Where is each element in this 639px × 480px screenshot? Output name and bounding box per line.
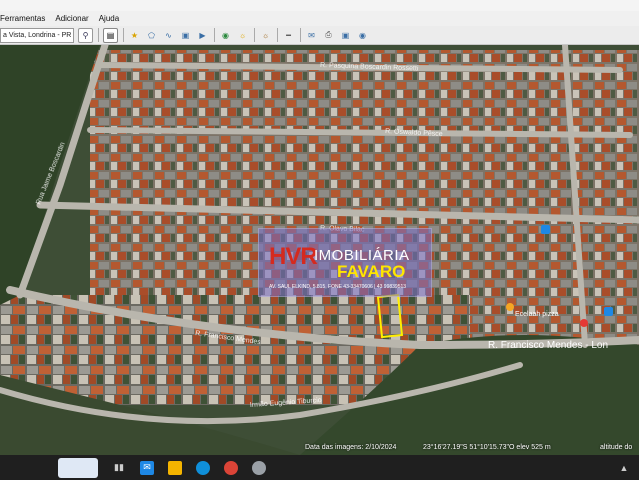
toolbar-separator: [214, 28, 215, 42]
street-label-main: R. Francisco Mendes - Lon: [488, 340, 608, 351]
ruler-icon[interactable]: ━: [282, 29, 295, 42]
real-estate-watermark: HVR IMOBILIÁRIA FAVARO AV. SAUL ELKIND, …: [258, 228, 432, 297]
edge-browser-icon[interactable]: [196, 460, 210, 475]
folder-icon[interactable]: [168, 460, 182, 475]
maps-icon[interactable]: ◉: [356, 29, 369, 42]
polygon-icon[interactable]: ⬠: [145, 29, 158, 42]
restaurant-icon[interactable]: [506, 303, 514, 311]
print-icon[interactable]: ⎙: [322, 29, 335, 42]
weather-widget-icon[interactable]: [58, 457, 98, 478]
toolbar-separator: [300, 28, 301, 42]
taskbar: ▮▮ ✉ ▲: [0, 455, 639, 480]
menu-item-ferramentas[interactable]: Ferramentas: [0, 14, 45, 23]
menu-bar: Ferramentas Adicionar Ajuda: [0, 11, 639, 26]
location-input[interactable]: a Vista, Londrina - PR: [0, 27, 74, 43]
imagery-date: Data das imagens: 2/10/2024: [305, 444, 397, 451]
watermark-logo: HVR: [269, 243, 318, 270]
tray-arrow-icon[interactable]: ▲: [617, 461, 631, 475]
path-icon[interactable]: ∿: [162, 29, 175, 42]
toolbar-separator: [123, 28, 124, 42]
task-view-icon[interactable]: ▮▮: [112, 461, 126, 475]
bus-stop-icon[interactable]: [541, 225, 550, 234]
sun-icon[interactable]: ☼: [236, 29, 249, 42]
coordinates-readout: 23°16'27.19"S 51°10'15.73"O elev 525 m: [423, 444, 551, 451]
toolbar-separator: [254, 28, 255, 42]
watermark-brand-line2: FAVARO: [337, 262, 406, 281]
altitude-readout: altitude do: [600, 444, 633, 451]
save-image-icon[interactable]: ▣: [339, 29, 352, 42]
planet-icon[interactable]: ☼: [259, 29, 272, 42]
watermark-contact: AV. SAUL ELKIND, 5.815, FONE 43-33470606…: [269, 284, 407, 290]
map-pin-icon[interactable]: [580, 319, 588, 327]
placemark-icon[interactable]: ★: [128, 29, 141, 42]
toolbar-separator: [277, 28, 278, 42]
bus-stop-icon[interactable]: [604, 307, 613, 316]
tour-icon[interactable]: ▶: [196, 29, 209, 42]
globe-icon[interactable]: ◉: [219, 29, 232, 42]
mail-icon[interactable]: ✉: [140, 460, 154, 475]
toolbar: a Vista, Londrina - PR ⚲ ▤ ★ ⬠ ∿ ▣ ▶ ◉ ☼…: [0, 26, 639, 45]
poi-label: Ecelaah pizza: [515, 311, 559, 318]
menu-item-adicionar[interactable]: Adicionar: [55, 14, 88, 23]
menu-item-ajuda[interactable]: Ajuda: [99, 14, 119, 23]
toolbar-separator: [98, 28, 99, 42]
google-earth-icon[interactable]: [252, 460, 266, 475]
search-icon[interactable]: ⚲: [78, 27, 93, 43]
window-top-strip: [0, 0, 639, 11]
sidebar-toggle-icon[interactable]: ▤: [103, 27, 118, 43]
overlay-icon[interactable]: ▣: [179, 29, 192, 42]
chrome-browser-icon[interactable]: [224, 460, 238, 475]
email-icon[interactable]: ✉: [305, 29, 318, 42]
